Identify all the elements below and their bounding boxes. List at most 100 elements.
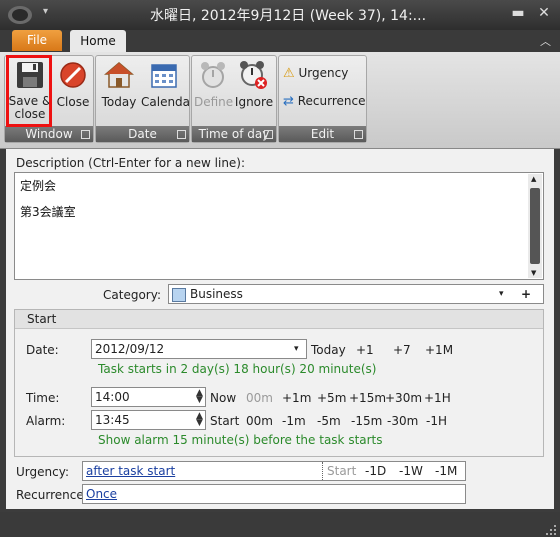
- ribbon-group-time-of-day: Define Ignore Time of day: [191, 55, 277, 143]
- recurrence-button[interactable]: ⇄ Recurrence: [283, 94, 365, 109]
- urgency-ribbon-label: Urgency: [298, 66, 349, 80]
- date-dropdown-icon[interactable]: ▾: [294, 340, 299, 358]
- recurrence-label: Recurrence:: [16, 488, 88, 502]
- resize-grip-icon[interactable]: [545, 524, 557, 536]
- time-now-button[interactable]: Now: [210, 391, 236, 405]
- collapse-ribbon-icon[interactable]: ︿: [540, 33, 551, 49]
- define-label: Define: [194, 95, 234, 109]
- alarm-minus-5m-button[interactable]: -5m: [317, 414, 341, 428]
- alarm-info-text: Show alarm 15 minute(s) before the task …: [98, 433, 383, 447]
- urgency-minus-1d-button[interactable]: -1D: [365, 462, 386, 480]
- date-value: 2012/09/12: [95, 342, 165, 356]
- today-label: Today: [101, 95, 137, 109]
- alarm-value: 13:45: [95, 413, 130, 427]
- calendar-icon: [151, 64, 177, 88]
- scroll-down-icon[interactable]: ▼: [531, 269, 536, 277]
- minimize-icon[interactable]: ▬: [508, 5, 528, 21]
- date-plus-1-button[interactable]: +1: [356, 343, 374, 357]
- description-label: Description (Ctrl-Enter for a new line):: [16, 156, 246, 170]
- dialog-launcher-icon[interactable]: [81, 130, 90, 139]
- urgency-start-button[interactable]: Start: [327, 462, 356, 480]
- date-plus-1m-button[interactable]: +1M: [425, 343, 453, 357]
- status-bar: [0, 512, 560, 537]
- add-category-button[interactable]: +: [521, 285, 531, 303]
- date-plus-7-button[interactable]: +7: [393, 343, 411, 357]
- time-plus-15m-button[interactable]: +15m: [349, 391, 386, 405]
- recurrence-field[interactable]: Once: [82, 484, 466, 504]
- ignore-button[interactable]: Ignore: [234, 60, 274, 109]
- close-label: Close: [56, 95, 90, 109]
- category-select[interactable]: Business ▾ +: [168, 284, 544, 304]
- category-color-swatch: [172, 287, 186, 302]
- window-title: 水曜日, 2012年9月12日 (Week 37), 14:...: [150, 8, 427, 24]
- alarm-clock-disabled-icon: [201, 62, 225, 88]
- alarm-label: Alarm:: [26, 414, 66, 428]
- dialog-launcher-icon[interactable]: [264, 130, 273, 139]
- recurrence-value-link[interactable]: Once: [86, 487, 117, 501]
- time-input[interactable]: 14:00 ▲ ▼: [91, 387, 206, 407]
- start-header-label: Start: [27, 312, 57, 326]
- dialog-launcher-icon[interactable]: [354, 130, 363, 139]
- date-info-text: Task starts in 2 day(s) 18 hour(s) 20 mi…: [98, 362, 377, 376]
- date-input[interactable]: 2012/09/12 ▾: [91, 339, 307, 359]
- define-button[interactable]: Define: [194, 60, 234, 109]
- description-textarea[interactable]: 定例会 第3会議室 ▲ ▼: [14, 172, 544, 280]
- time-plus-1m-button[interactable]: +1m: [282, 391, 311, 405]
- title-bar: ▾ 水曜日, 2012年9月12日 (Week 37), 14:... ▬ ✕: [0, 0, 560, 30]
- quick-access-dropdown-icon[interactable]: ▾: [43, 6, 48, 17]
- ribbon-group-label: Window: [5, 126, 93, 142]
- urgency-button[interactable]: ⚠ Urgency: [283, 66, 348, 81]
- urgency-label: Urgency:: [16, 465, 69, 479]
- alarm-minus-30m-button[interactable]: -30m: [387, 414, 418, 428]
- time-label: Time:: [26, 391, 60, 405]
- app-icon[interactable]: [6, 4, 36, 26]
- recurrence-icon: ⇄: [283, 94, 294, 109]
- start-section-header: Start: [15, 310, 543, 329]
- alarm-clock-ignore-icon: [240, 61, 267, 89]
- ignore-label: Ignore: [234, 95, 274, 109]
- alarm-spinner-icon[interactable]: ▲ ▼: [196, 412, 203, 428]
- ribbon-group-label: Edit: [279, 126, 366, 142]
- scroll-up-icon[interactable]: ▲: [531, 175, 536, 183]
- alarm-00m-button[interactable]: 00m: [246, 414, 273, 428]
- description-line: 定例会: [20, 179, 57, 193]
- category-label: Category:: [103, 288, 161, 302]
- no-entry-icon: [60, 62, 86, 88]
- alarm-input[interactable]: 13:45 ▲ ▼: [91, 410, 206, 430]
- ribbon-group-label: Date: [96, 126, 189, 142]
- alarm-minus-15m-button[interactable]: -15m: [351, 414, 382, 428]
- date-label: Date:: [26, 343, 59, 357]
- description-line: 第3会議室: [20, 205, 76, 219]
- category-value: Business: [190, 287, 243, 301]
- scrollbar-thumb[interactable]: [530, 188, 540, 264]
- recurrence-ribbon-label: Recurrence: [297, 94, 366, 108]
- house-icon: [103, 62, 135, 88]
- urgency-minus-1w-button[interactable]: -1W: [399, 462, 423, 480]
- date-today-button[interactable]: Today: [311, 343, 346, 357]
- alarm-start-button[interactable]: Start: [210, 414, 239, 428]
- time-plus-30m-button[interactable]: +30m: [385, 391, 422, 405]
- time-spinner-icon[interactable]: ▲ ▼: [196, 389, 203, 405]
- urgency-field[interactable]: after task start Start -1D -1W -1M: [82, 461, 466, 481]
- dialog-launcher-icon[interactable]: [177, 130, 186, 139]
- tab-home[interactable]: Home: [70, 30, 126, 52]
- close-button[interactable]: Close: [55, 60, 91, 109]
- time-plus-1h-button[interactable]: +1H: [424, 391, 451, 405]
- today-button[interactable]: Today: [99, 60, 139, 109]
- time-plus-5m-button[interactable]: +5m: [317, 391, 346, 405]
- tab-file[interactable]: File: [12, 30, 62, 51]
- close-window-icon[interactable]: ✕: [534, 5, 554, 21]
- time-value: 14:00: [95, 390, 130, 404]
- urgency-minus-1m-button[interactable]: -1M: [435, 462, 457, 480]
- chevron-down-icon[interactable]: ▾: [499, 285, 504, 303]
- alarm-minus-1h-button[interactable]: -1H: [426, 414, 447, 428]
- ribbon-group-date: Today Calendar Date: [95, 55, 195, 143]
- vertical-scrollbar[interactable]: ▲ ▼: [528, 174, 542, 278]
- warning-icon: ⚠: [283, 66, 295, 81]
- alarm-minus-1m-button[interactable]: -1m: [282, 414, 306, 428]
- ribbon-group-edit: ⚠ Urgency ⇄ Recurrence Edit: [278, 55, 367, 143]
- urgency-value-link[interactable]: after task start: [86, 462, 323, 480]
- calendar-button[interactable]: Calendar: [141, 60, 195, 109]
- time-00m-button[interactable]: 00m: [246, 391, 273, 405]
- highlight-box: [6, 55, 52, 127]
